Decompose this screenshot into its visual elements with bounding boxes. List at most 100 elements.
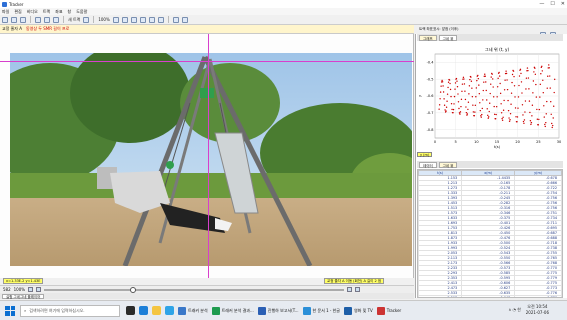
data-point <box>463 83 466 85</box>
reset-button[interactable] <box>36 287 42 292</box>
table-tabs: 데이터 그네 위 <box>417 161 563 168</box>
data-point <box>442 85 444 87</box>
data-point <box>499 82 501 85</box>
data-point <box>506 88 509 91</box>
path-icon[interactable] <box>130 16 137 23</box>
player-zoom[interactable]: 100% <box>14 287 25 292</box>
pen-icon[interactable] <box>181 16 188 23</box>
plot-chart[interactable]: 0 5 10 15 20 25 30 -0.4 -0.5 -0.6 -0.7 -0.8 그네 위 (t,… <box>417 42 563 152</box>
vector-icon[interactable] <box>157 16 164 23</box>
minimize-button[interactable]: — <box>539 0 544 8</box>
clock[interactable]: 오전 10:54 2021-07-06 <box>526 304 549 316</box>
taskbar-item-2[interactable]: 트래커 분석 결과... <box>211 306 254 315</box>
calibration-label[interactable]: 교정 줄자 A <box>2 26 22 32</box>
menu-window[interactable]: 창 <box>68 9 72 15</box>
plot-view[interactable]: 0 5 10 15 20 25 30 -0.4 -0.5 -0.6 -0.7 -0.8 그네 위 (t,… <box>417 42 563 152</box>
tab-plot[interactable]: 그래프 <box>419 34 437 41</box>
trail-icon[interactable] <box>112 16 119 23</box>
axis-y-line[interactable] <box>208 34 209 278</box>
menu-help[interactable]: 도움말 <box>76 9 87 15</box>
data-point <box>457 93 459 95</box>
zoom-button[interactable]: 100% <box>98 17 109 22</box>
store-icon[interactable] <box>165 306 174 315</box>
taskbar-item-4[interactable]: 한 문서 1 - 한글 <box>302 306 340 315</box>
system-tray[interactable]: ∧ ◔ 한 <box>508 307 521 313</box>
data-point <box>503 89 506 91</box>
x-tick-label: 10 <box>474 140 478 144</box>
data-point <box>549 75 551 77</box>
data-point <box>476 79 478 82</box>
video-frame[interactable] <box>10 53 412 266</box>
data-point <box>507 99 509 102</box>
taskbar-search[interactable]: ⌕ 검색하려면 여기에 입력하십시오. <box>20 304 120 317</box>
taskbar-item-1[interactable]: 트래커 분석 <box>178 306 208 315</box>
menu-coords[interactable]: 좌표 <box>55 9 62 15</box>
save-icon[interactable] <box>11 16 17 23</box>
close-button[interactable]: ✕ <box>561 0 565 8</box>
edge-icon[interactable] <box>139 306 148 315</box>
frame-slider[interactable] <box>44 286 345 293</box>
explorer-icon[interactable] <box>152 306 161 315</box>
excel-icon <box>211 306 220 315</box>
data-point <box>488 110 490 113</box>
data-point <box>527 69 529 72</box>
data-point <box>489 92 491 95</box>
data-point <box>481 113 483 116</box>
acceleration-icon[interactable] <box>148 16 155 23</box>
open-icon[interactable] <box>2 16 8 23</box>
data-point <box>520 72 522 75</box>
data-point <box>532 92 534 94</box>
axis-x-line[interactable] <box>0 61 414 62</box>
tab-video[interactable]: 실험 그네그네 플레이어 <box>2 293 45 299</box>
data-table[interactable]: t(s) x(m) y(m) 1.153 -1.4435 -0.678 1.213 -0.1… <box>417 169 563 298</box>
data-point <box>463 78 465 80</box>
data-point <box>458 112 461 114</box>
axes-icon[interactable] <box>53 16 59 23</box>
velocity-icon[interactable] <box>139 16 146 23</box>
play-button[interactable] <box>28 287 34 292</box>
tab-data[interactable]: 데이터 <box>419 161 437 168</box>
track-control-icon[interactable] <box>83 16 90 23</box>
start-icon[interactable] <box>5 305 15 316</box>
x-tick-label: 15 <box>495 140 499 144</box>
menu-file[interactable]: 파일 <box>2 9 9 15</box>
maximize-button[interactable]: ☐ <box>550 0 554 8</box>
menu-edit[interactable]: 편집 <box>14 9 21 15</box>
data-point <box>453 95 456 98</box>
step-forward-button[interactable] <box>355 287 361 292</box>
data-point <box>465 111 468 114</box>
frame-number[interactable]: 582 <box>3 287 11 292</box>
clip-settings-icon[interactable] <box>35 16 41 23</box>
calibration-icon[interactable] <box>44 16 50 23</box>
tab-data-track[interactable]: 그네 위 <box>438 161 458 168</box>
data-point <box>513 85 516 87</box>
frame-slider-knob[interactable] <box>130 286 137 293</box>
taskbar-item-6[interactable]: Tracker <box>376 306 401 315</box>
track-info-strip: 교정 줄자 A 동영상 두 SMR 길이 프로 <box>0 25 414 34</box>
data-point <box>496 96 498 98</box>
track-display-label: 트랙 좌표표시: 앞점 (이후) <box>419 27 459 31</box>
markers-icon[interactable] <box>121 16 128 23</box>
data-point <box>445 110 447 112</box>
data-point <box>478 93 481 95</box>
hwp-icon <box>302 306 311 315</box>
data-point <box>443 104 446 106</box>
table-row[interactable]: 2.593 -0.648 -0.776 <box>418 295 562 297</box>
taskbar-item-5[interactable]: 영화 및 TV <box>343 306 373 315</box>
import-icon[interactable] <box>20 16 26 23</box>
task-view-icon[interactable] <box>126 306 135 315</box>
x-tick-label: 20 <box>515 140 519 144</box>
data-point <box>546 100 548 103</box>
data-point <box>505 70 507 72</box>
data-point <box>508 117 510 119</box>
data-point <box>536 118 539 120</box>
data-point <box>500 112 503 114</box>
tab-plot-track[interactable]: 그네 위 <box>438 34 458 41</box>
text-icon[interactable] <box>172 16 179 23</box>
menu-track[interactable]: 트랙 <box>43 9 50 15</box>
data-point <box>496 86 499 88</box>
taskbar-item-3[interactable]: 진행하 보고서(T... <box>257 306 299 315</box>
create-track-button[interactable]: 새 트랙 <box>68 17 80 23</box>
step-back-button[interactable] <box>347 287 353 292</box>
menu-video[interactable]: 비디오 <box>27 9 38 15</box>
